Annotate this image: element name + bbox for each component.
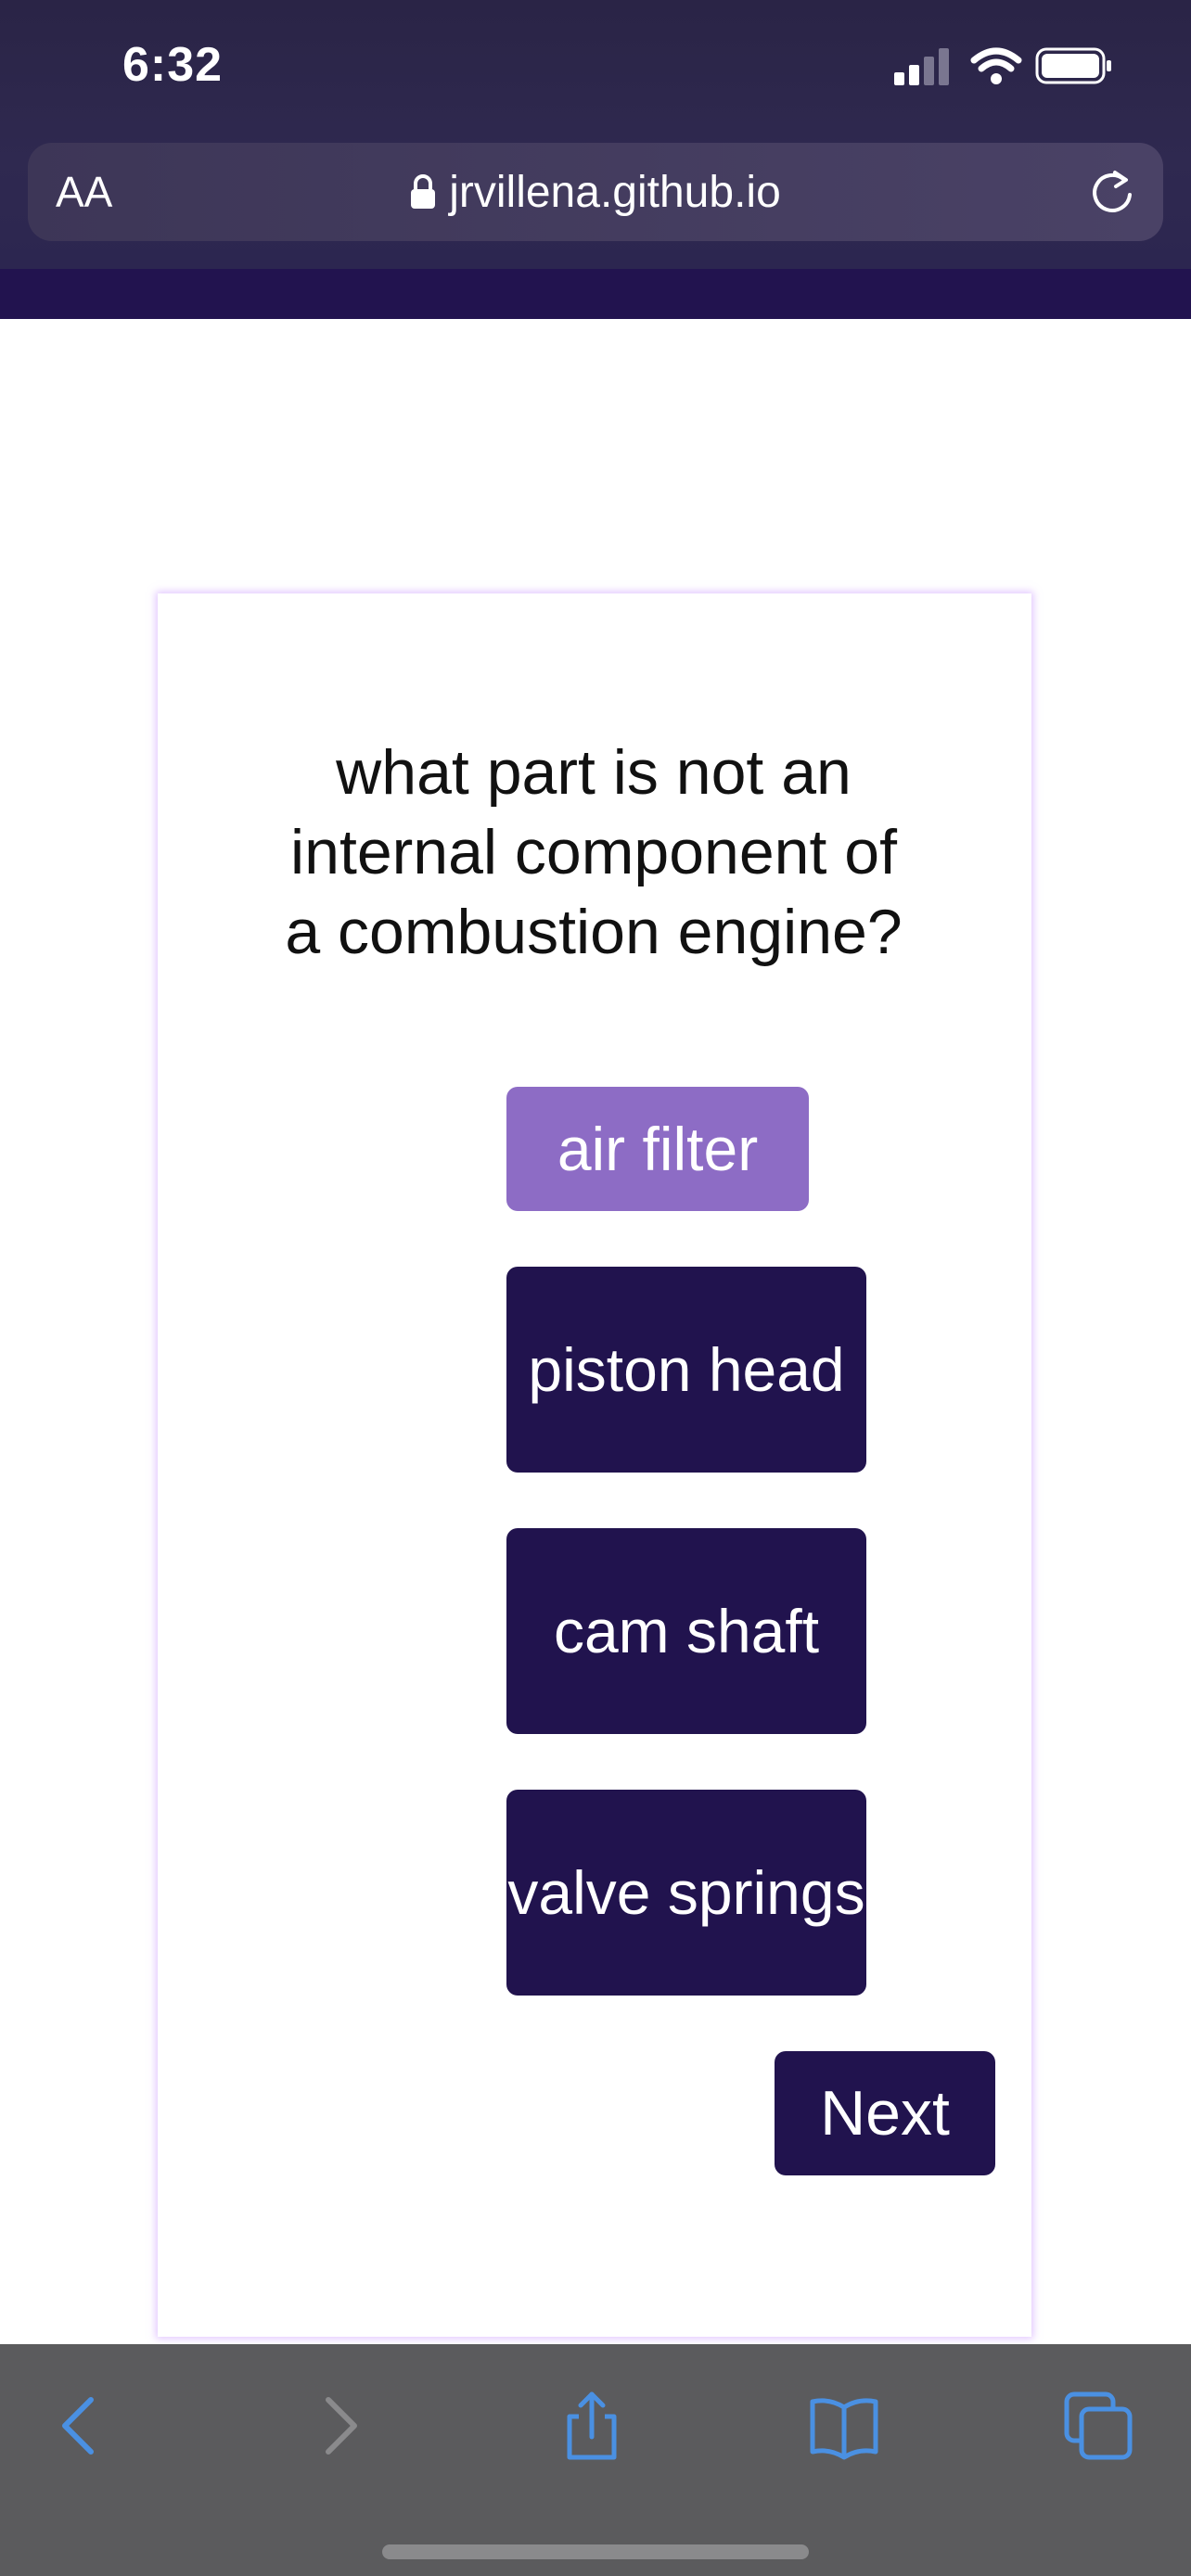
answer-button-cam-shaft[interactable]: cam shaft xyxy=(506,1528,866,1734)
next-button[interactable]: Next xyxy=(775,2051,995,2175)
screen: 6:32 AA jrvillena.github.io what part is… xyxy=(0,0,1191,2576)
signal-icon xyxy=(894,48,949,85)
url-display[interactable]: jrvillena.github.io xyxy=(28,167,1163,219)
tabs-icon[interactable] xyxy=(1061,2389,1135,2463)
site-header-band xyxy=(0,269,1191,319)
answer-button-valve-springs[interactable]: valve springs xyxy=(506,1790,866,1996)
back-icon[interactable] xyxy=(43,2389,117,2463)
share-icon[interactable] xyxy=(555,2389,629,2463)
quiz-card: what part is not an internal component o… xyxy=(158,593,1031,2337)
answer-button-piston-head[interactable]: piston head xyxy=(506,1267,866,1473)
reload-icon[interactable] xyxy=(1087,167,1137,217)
status-icons xyxy=(894,47,1111,85)
battery-icon xyxy=(1035,47,1111,84)
address-bar[interactable]: AA jrvillena.github.io xyxy=(28,143,1163,241)
wifi-icon xyxy=(970,47,1022,84)
lock-icon xyxy=(411,174,436,209)
forward-icon[interactable] xyxy=(302,2389,377,2463)
url-text: jrvillena.github.io xyxy=(449,168,781,217)
answer-button-air-filter[interactable]: air filter xyxy=(506,1087,809,1211)
bookmarks-icon[interactable] xyxy=(807,2389,881,2463)
status-time: 6:32 xyxy=(122,38,224,92)
question-text: what part is not an internal component o… xyxy=(285,737,903,967)
home-indicator xyxy=(382,2544,809,2559)
browser-toolbar xyxy=(0,2344,1191,2576)
browser-chrome: 6:32 AA jrvillena.github.io xyxy=(0,0,1191,269)
